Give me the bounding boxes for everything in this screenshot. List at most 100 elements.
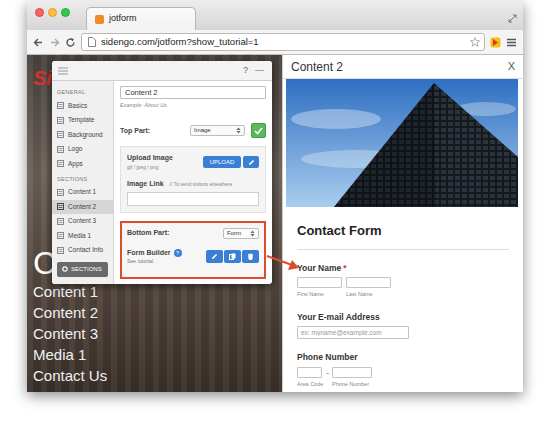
sublabel: Area Code: [297, 380, 323, 388]
sidebar-item[interactable]: Template: [52, 113, 113, 128]
site-nav-item[interactable]: Content 1: [33, 281, 282, 302]
select-arrows-icon: [250, 230, 255, 237]
section-icon: [57, 247, 64, 254]
address-bar: sidengo.com/jotform?show_tutorial=1: [27, 30, 523, 55]
bottom-part-label: Bottom Part:: [127, 228, 169, 239]
reload-icon[interactable]: [65, 30, 76, 54]
url-text: sidengo.com/jotform?show_tutorial=1: [101, 35, 259, 49]
top-part-select[interactable]: Image: [190, 125, 245, 136]
section-icon: [57, 232, 64, 239]
email-input[interactable]: [297, 326, 409, 339]
check-icon: [254, 127, 263, 135]
name-part: Last Name: [346, 277, 391, 298]
title-bar: jotform: [27, 0, 523, 30]
form-builder-help[interactable]: ?: [174, 249, 182, 257]
editor-sidebar: GENERAL Basics Template Background Logo Apps S…: [52, 81, 114, 284]
sidebar-item[interactable]: Background: [52, 127, 113, 142]
bottom-part-select[interactable]: Form: [223, 228, 259, 239]
name-input[interactable]: [346, 277, 391, 288]
section-icon: [57, 131, 64, 138]
back-icon[interactable]: [33, 30, 44, 54]
forward-icon[interactable]: [49, 30, 60, 54]
sidebar-item[interactable]: Content 2: [52, 200, 113, 215]
sidebar-item-label: Content 3: [68, 216, 96, 226]
sidebar-item-label: Apps: [68, 159, 83, 169]
delete-form-button[interactable]: [242, 250, 259, 263]
form-title: Contact Form: [297, 221, 509, 250]
name-input[interactable]: [297, 277, 342, 288]
sidebar-item[interactable]: Logo: [52, 142, 113, 157]
sublabel: Last Name: [346, 290, 391, 298]
drag-handle-icon[interactable]: [58, 61, 68, 83]
form-field: Your E-mail Address: [297, 311, 509, 340]
upload-button[interactable]: UPLOAD: [203, 156, 241, 168]
page-area: Si C Content 1Content 2Content 3Media 1C…: [27, 55, 523, 392]
url-field[interactable]: sidengo.com/jotform?show_tutorial=1: [81, 33, 485, 51]
bookmark-star-icon[interactable]: [470, 35, 480, 49]
section-icon: [57, 102, 64, 109]
pencil-icon: [211, 253, 218, 260]
sidebar-item-label: Content 2: [68, 202, 96, 212]
top-part-label: Top Part:: [120, 126, 150, 137]
browser-window: jotform sidengo.com/jotform?show_tutoria…: [27, 0, 523, 392]
select-arrows-icon: [236, 127, 241, 134]
field-label: Your Name*: [297, 262, 509, 275]
fullscreen-icon[interactable]: [508, 6, 517, 30]
phone-input[interactable]: [332, 367, 372, 378]
copy-form-button[interactable]: [224, 250, 241, 263]
upload-formats: gif / jpeg / png: [127, 164, 173, 172]
phone-input[interactable]: [297, 367, 322, 378]
minimize-button[interactable]: —: [253, 64, 266, 78]
section-icon: [57, 189, 64, 196]
site-background: Si C Content 1Content 2Content 3Media 1C…: [27, 55, 282, 392]
form-field: Phone NumberArea Code-Phone Number: [297, 351, 509, 388]
phone-separator: -: [326, 367, 329, 378]
sections-button[interactable]: SECTIONS: [57, 262, 108, 277]
tutorial-link[interactable]: tutorial.: [138, 258, 154, 264]
section-title-input[interactable]: [120, 86, 266, 99]
help-button[interactable]: ?: [238, 64, 253, 78]
phone-part: Area Code: [297, 367, 323, 388]
editor-panel: ? — GENERAL Basics Template Background Logo A…: [52, 61, 272, 284]
confirm-button[interactable]: [251, 123, 266, 138]
extension-icon[interactable]: [490, 30, 501, 54]
editor-main: Example: About Us Top Part: Image: [114, 81, 272, 284]
zoom-window-icon[interactable]: [61, 8, 70, 17]
form-builder-label: Form Builder: [127, 248, 171, 259]
edit-image-button[interactable]: [243, 156, 259, 168]
site-nav-item[interactable]: Contact Us: [33, 365, 282, 386]
sidebar-item[interactable]: Contact Info: [52, 243, 113, 258]
sidebar-item-label: Logo: [68, 144, 82, 154]
menu-icon[interactable]: [506, 30, 517, 54]
browser-tab[interactable]: jotform: [86, 7, 196, 30]
sidebar-item[interactable]: Content 1: [52, 185, 113, 200]
edit-form-button[interactable]: [206, 250, 223, 263]
preview-panel: Content 2 X Contact Form: [282, 55, 523, 392]
gear-icon: [62, 265, 68, 274]
trash-icon: [247, 253, 254, 260]
section-icon: [57, 160, 64, 167]
sidebar-item-label: Background: [68, 130, 103, 140]
site-nav-item[interactable]: Content 2: [33, 302, 282, 323]
sidebar-group-title: GENERAL: [52, 84, 113, 98]
form-field: Your Name*First NameLast Name: [297, 262, 509, 299]
sidebar-item-label: Template: [68, 115, 94, 125]
image-link-input[interactable]: [127, 192, 259, 206]
sidebar-item[interactable]: Basics: [52, 98, 113, 113]
sidebar-item[interactable]: Content 3: [52, 214, 113, 229]
close-preview-button[interactable]: X: [508, 58, 515, 75]
close-window-icon[interactable]: [35, 8, 44, 17]
section-icon: [57, 117, 64, 124]
preview-title: Content 2: [291, 58, 343, 76]
minimize-window-icon[interactable]: [48, 8, 57, 17]
site-nav-item[interactable]: Media 1: [33, 344, 282, 365]
sidebar-item[interactable]: Media 1: [52, 229, 113, 244]
site-nav: Content 1Content 2Content 3Media 1Contac…: [33, 281, 282, 386]
image-link-label: Image Link: [127, 179, 164, 190]
sidebar-item[interactable]: Apps: [52, 156, 113, 171]
site-nav-item[interactable]: Content 3: [33, 323, 282, 344]
sublabel: Phone Number: [332, 380, 372, 388]
copy-icon: [229, 253, 236, 260]
sidebar-item-label: Basics: [68, 101, 87, 111]
section-icon: [57, 203, 64, 210]
